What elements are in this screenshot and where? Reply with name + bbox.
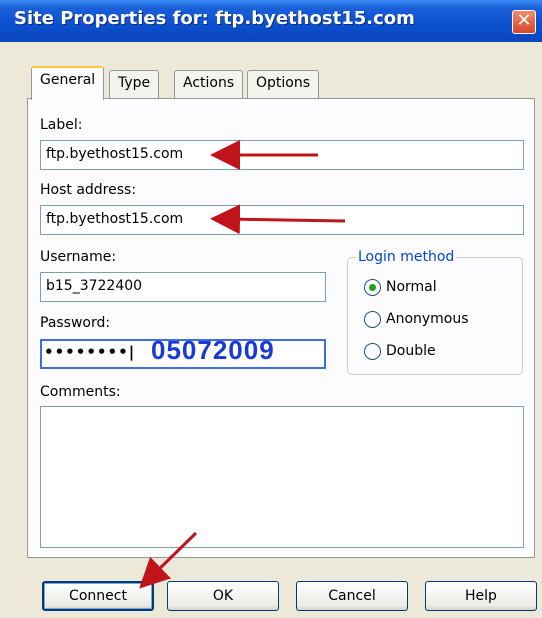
host-address-value: ftp.byethost15.com <box>46 211 184 227</box>
radio-double-label[interactable]: Double <box>386 343 436 359</box>
host-address-caption: Host address: <box>40 182 137 198</box>
tab-general[interactable]: General <box>31 66 105 100</box>
connect-button-label: Connect <box>69 588 127 604</box>
cancel-button[interactable]: Cancel <box>296 581 408 611</box>
comments-caption: Comments: <box>40 384 121 400</box>
tab-options[interactable]: Options <box>247 70 320 98</box>
ok-button[interactable]: OK <box>167 581 279 611</box>
tab-type[interactable]: Type <box>109 70 160 98</box>
close-icon: ✕ <box>516 10 532 31</box>
connect-button[interactable]: Connect <box>42 581 154 611</box>
label-field-value: ftp.byethost15.com <box>46 146 184 162</box>
window-title: Site Properties for: ftp.byethost15.com <box>14 8 415 29</box>
label-caption: Label: <box>40 117 83 133</box>
host-address-field[interactable]: ftp.byethost15.com <box>40 205 524 235</box>
username-field[interactable]: b15_3722400 <box>40 272 326 302</box>
tab-type-label: Type <box>118 75 151 91</box>
radio-normal[interactable] <box>364 279 381 296</box>
help-button-label: Help <box>465 588 497 604</box>
ok-button-label: OK <box>212 588 234 604</box>
login-method-legend: Login method <box>356 249 457 265</box>
password-annotation: 05072009 <box>151 335 275 365</box>
radio-double[interactable] <box>364 343 381 360</box>
radio-anonymous-label[interactable]: Anonymous <box>386 311 469 327</box>
comments-textarea[interactable] <box>40 406 524 548</box>
radio-normal-label[interactable]: Normal <box>386 279 437 295</box>
title-bar[interactable]: Site Properties for: ftp.byethost15.com … <box>0 0 542 42</box>
tab-options-label: Options <box>256 75 311 91</box>
radio-anonymous[interactable] <box>364 311 381 328</box>
tab-actions[interactable]: Actions <box>174 70 244 98</box>
password-masked-value: ••••••••| <box>44 343 136 361</box>
radio-selected-dot-icon <box>369 284 376 291</box>
site-properties-dialog: Site Properties for: ftp.byethost15.com … <box>0 0 542 618</box>
username-value: b15_3722400 <box>46 278 143 294</box>
tab-general-label: General <box>40 72 96 88</box>
cancel-button-label: Cancel <box>328 588 376 604</box>
password-caption: Password: <box>40 315 111 331</box>
help-button[interactable]: Help <box>425 581 537 611</box>
tab-actions-label: Actions <box>183 75 235 91</box>
label-field[interactable]: ftp.byethost15.com <box>40 140 524 170</box>
username-caption: Username: <box>40 249 117 265</box>
close-button[interactable]: ✕ <box>512 10 536 34</box>
